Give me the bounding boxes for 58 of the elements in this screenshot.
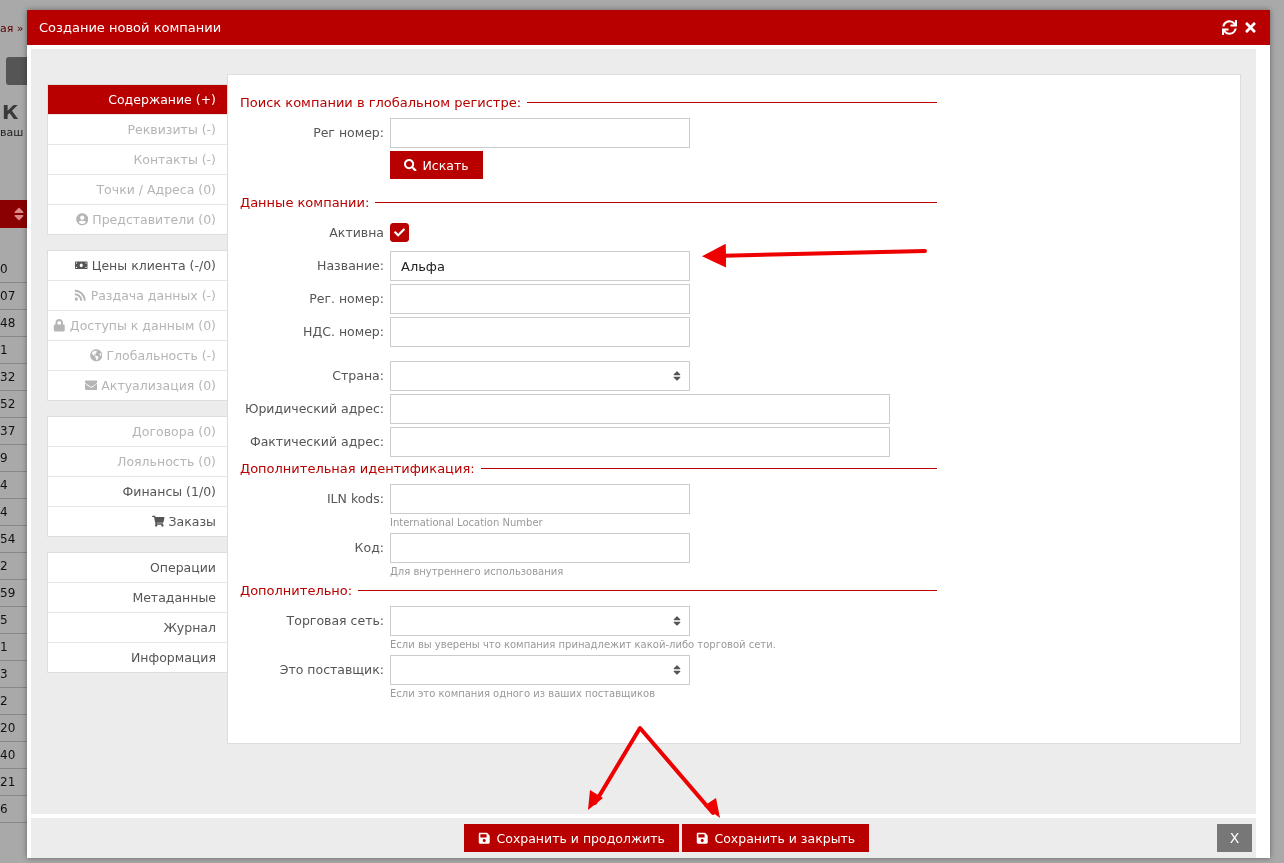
close-icon[interactable]: [1243, 20, 1258, 35]
select-field[interactable]: [390, 361, 690, 391]
field-label: Это поставщик:: [278, 661, 384, 679]
globe-icon: [89, 349, 103, 362]
save-button[interactable]: Сохранить и продолжить: [464, 824, 679, 852]
feed-icon: [74, 289, 87, 302]
input-field[interactable]: Альфа: [390, 251, 690, 281]
user-icon: [75, 213, 89, 226]
input-field[interactable]: [390, 484, 690, 514]
field-hint: Если вы уверены что компания принадлежит какой-либо торговой сети.: [390, 639, 776, 650]
refresh-icon[interactable]: [1222, 20, 1237, 35]
save-button[interactable]: Сохранить и закрыть: [681, 824, 870, 852]
field-label: НДС. номер:: [302, 323, 384, 341]
cart-icon: [152, 515, 165, 528]
lock-icon: [53, 319, 66, 332]
input-field[interactable]: [390, 284, 690, 314]
input-field[interactable]: [390, 118, 690, 148]
page-heading: К: [2, 100, 19, 124]
check-icon: [394, 227, 405, 238]
field-label: Название:: [316, 257, 384, 275]
field-hint: Если это компания одного из ваших поставщиков: [390, 688, 657, 699]
section-title: Дополнительная идентификация:: [240, 461, 475, 476]
search-icon: [404, 158, 417, 172]
checkbox[interactable]: [390, 223, 409, 242]
breadcrumb[interactable]: ая »: [0, 22, 24, 35]
sort-icon: [671, 615, 683, 627]
field-label: ILN kods:: [325, 490, 384, 508]
floppy-icon: [695, 831, 709, 845]
sort-icon: [671, 664, 683, 676]
field-label: Торговая сеть:: [285, 612, 384, 630]
input-field[interactable]: [390, 427, 890, 457]
field-label: Код:: [353, 539, 384, 557]
close-button[interactable]: X: [1217, 824, 1252, 852]
banknote-icon: [75, 259, 88, 272]
field-label: Юридический адрес:: [243, 400, 384, 418]
input-field[interactable]: [390, 317, 690, 347]
field-label: Фактический адрес:: [248, 433, 384, 451]
field-hint: Для внутреннего использования: [390, 566, 565, 577]
field-label: Активна: [328, 224, 384, 242]
sidebar-item[interactable]: Содержание (+): [48, 85, 227, 114]
input-field[interactable]: [390, 533, 690, 563]
field-label: Рег. номер:: [308, 290, 384, 308]
add-button[interactable]: [6, 57, 30, 85]
field-label: Рег номер:: [312, 124, 384, 142]
select-field[interactable]: [390, 606, 690, 636]
field-label: Страна:: [331, 367, 384, 385]
floppy-icon: [478, 831, 491, 845]
section-title: Поиск компании в глобальном регистре:: [240, 95, 522, 110]
input-field[interactable]: [390, 394, 890, 424]
envelope-icon: [84, 379, 98, 392]
section-title: Дополнительно:: [240, 583, 353, 598]
sort-icon: [671, 370, 683, 382]
page-subtitle: ваш: [0, 126, 24, 139]
field-hint: International Location Number: [390, 517, 544, 528]
search-button[interactable]: Искать: [390, 151, 483, 179]
window-title: Создание новой компании: [39, 20, 222, 35]
section-title: Данные компании:: [240, 195, 370, 210]
select-field[interactable]: [390, 655, 690, 685]
